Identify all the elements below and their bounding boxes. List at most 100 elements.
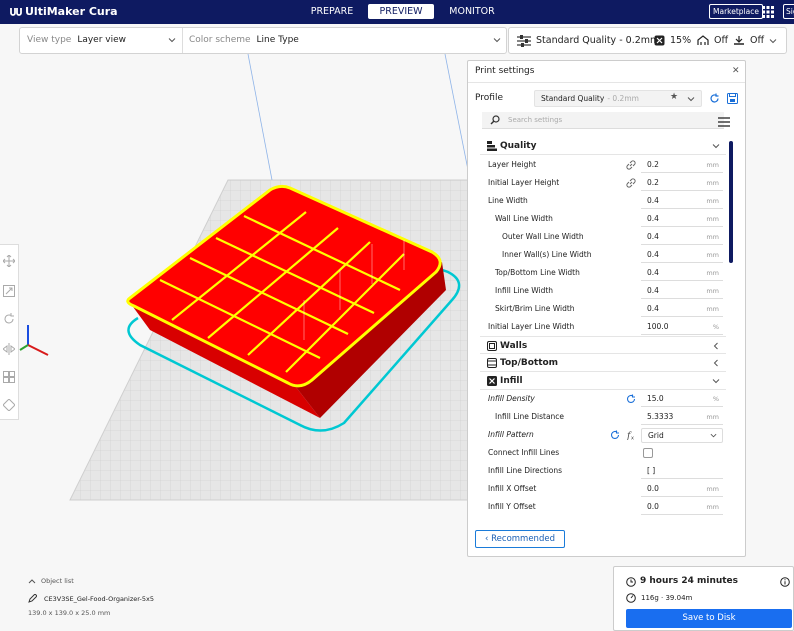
setting-label: Wall Line Width [495,214,553,223]
apps-grid-icon[interactable] [762,6,774,18]
link-icon[interactable] [626,160,636,170]
setting-unit: mm [706,197,719,205]
support-icon [697,35,709,45]
function-icon[interactable]: fx [626,430,636,441]
tab-preview[interactable]: PREVIEW [368,4,434,19]
setting-input[interactable]: 100.0% [641,320,723,335]
settings-scrollbar[interactable] [729,141,733,263]
reset-icon[interactable] [626,394,636,404]
walls-icon [487,341,497,351]
setting-input[interactable]: [ ] [641,464,723,479]
chevron-down-icon[interactable] [493,36,501,44]
setting-input[interactable]: 15.0% [641,392,723,407]
chevron-left-icon [713,359,718,367]
category-top-bottom[interactable]: Top/Bottom [480,354,726,372]
setting-unit: mm [706,251,719,259]
save-to-disk-button[interactable]: Save to Disk [626,609,792,628]
sign-in-button[interactable]: Sign in [783,4,794,19]
setting-row: Layer Height 0.2 mm [480,156,726,174]
setting-label: Infill Line Directions [488,466,563,475]
setting-value: 0.2 [647,178,659,187]
setting-input[interactable]: 0.0 mm [641,500,723,515]
setting-unit: mm [706,233,719,241]
setting-row: Connect Infill Lines [480,444,726,462]
mirror-tool-icon[interactable] [3,343,15,355]
rotate-tool-icon[interactable] [3,313,15,325]
category-infill[interactable]: Infill [480,372,726,390]
setting-value: 0.4 [647,214,659,223]
ultimaker-logo-icon [10,7,22,16]
setting-value: 5.3333 [647,412,674,421]
setting-label: Skirt/Brim Line Width [495,304,575,313]
setting-label: Connect Infill Lines [488,448,560,457]
setting-row: Infill X Offset 0.0 mm [480,480,726,498]
support-blocker-icon[interactable] [3,399,15,411]
setting-input[interactable]: 0.4 mm [641,284,723,299]
category-label: Quality [500,141,537,151]
support-summary[interactable]: Off [697,28,728,53]
setting-input[interactable]: 0.4 mm [641,266,723,281]
infill-pattern-dropdown[interactable]: Grid [641,428,723,443]
color-scheme-selector[interactable]: Color scheme Line Type [189,28,299,53]
quality-summary[interactable]: Standard Quality - 0.2mm [517,28,659,53]
profile-sub-value: - 0.2mm [607,94,639,103]
view-type-selector[interactable]: View type Layer view [27,28,126,53]
search-icon [490,115,500,125]
star-icon[interactable]: ★ [670,92,678,102]
setting-input[interactable]: 0.2 mm [641,158,723,173]
print-settings-panel: Print settings ✕ Profile Standard Qualit… [467,60,746,557]
setting-input[interactable]: 0.4 mm [641,212,723,227]
adhesion-value: Off [750,35,765,46]
setting-row: Infill Pattern fx Grid [480,426,726,444]
chevron-down-icon[interactable] [168,36,176,44]
setting-label: Initial Layer Height [488,178,560,187]
print-time: 9 hours 24 minutes [640,576,739,586]
setting-label: Inner Wall(s) Line Width [502,250,592,259]
setting-input[interactable]: 0.4 mm [641,194,723,209]
app-logo: UltiMaker Cura [10,5,118,18]
reset-icon[interactable] [709,93,720,104]
adhesion-summary[interactable]: Off [733,28,777,53]
category-label: Infill [500,376,523,386]
setting-input[interactable]: 0.4 mm [641,230,723,245]
chevron-up-icon[interactable] [28,578,36,585]
category-quality[interactable]: Quality [480,137,726,155]
infill-summary[interactable]: 15% [654,28,691,53]
reset-icon[interactable] [610,430,620,440]
setting-input[interactable]: 5.3333 mm [641,410,723,425]
pencil-icon[interactable] [28,594,37,603]
tab-monitor[interactable]: MONITOR [444,4,500,19]
setting-label: Infill Pattern [488,430,534,439]
object-list-label[interactable]: Object list [41,577,74,585]
save-profile-icon[interactable] [727,93,738,104]
setting-value: 0.4 [647,232,659,241]
info-icon[interactable] [780,577,790,587]
profile-value: Standard Quality [541,94,605,103]
tab-prepare[interactable]: PREPARE [306,4,358,19]
scale-tool-icon[interactable] [3,285,15,297]
setting-input[interactable]: 0.0 mm [641,482,723,497]
print-setup-selector[interactable]: Standard Quality - 0.2mm 15% Off Off [508,27,787,54]
connect-infill-checkbox[interactable] [643,448,653,458]
link-icon[interactable] [626,178,636,188]
per-model-settings-icon[interactable] [3,371,15,383]
recommended-button[interactable]: ‹ Recommended [475,530,565,548]
svg-text:x: x [631,436,634,441]
category-walls[interactable]: Walls [480,336,726,354]
chevron-left-icon [713,342,718,350]
search-input[interactable]: Search settings [482,112,724,129]
setting-input[interactable]: 0.4 mm [641,302,723,317]
settings-list: Quality Layer Height 0.2 mm Initial Layer… [480,137,726,518]
move-tool-icon[interactable] [3,255,15,267]
chevron-down-icon[interactable] [687,95,695,103]
infill-icon [487,376,497,386]
setting-input[interactable]: 0.4 mm [641,248,723,263]
material-usage: 116g · 39.04m [641,594,693,602]
menu-icon[interactable] [718,117,730,127]
setting-row: Infill Line Directions [ ] [480,462,726,480]
marketplace-button[interactable]: Marketplace [709,4,763,19]
setting-input[interactable]: 0.2 mm [641,176,723,191]
chevron-down-icon [712,379,720,384]
close-icon[interactable]: ✕ [732,66,740,76]
adhesion-icon [734,36,744,45]
